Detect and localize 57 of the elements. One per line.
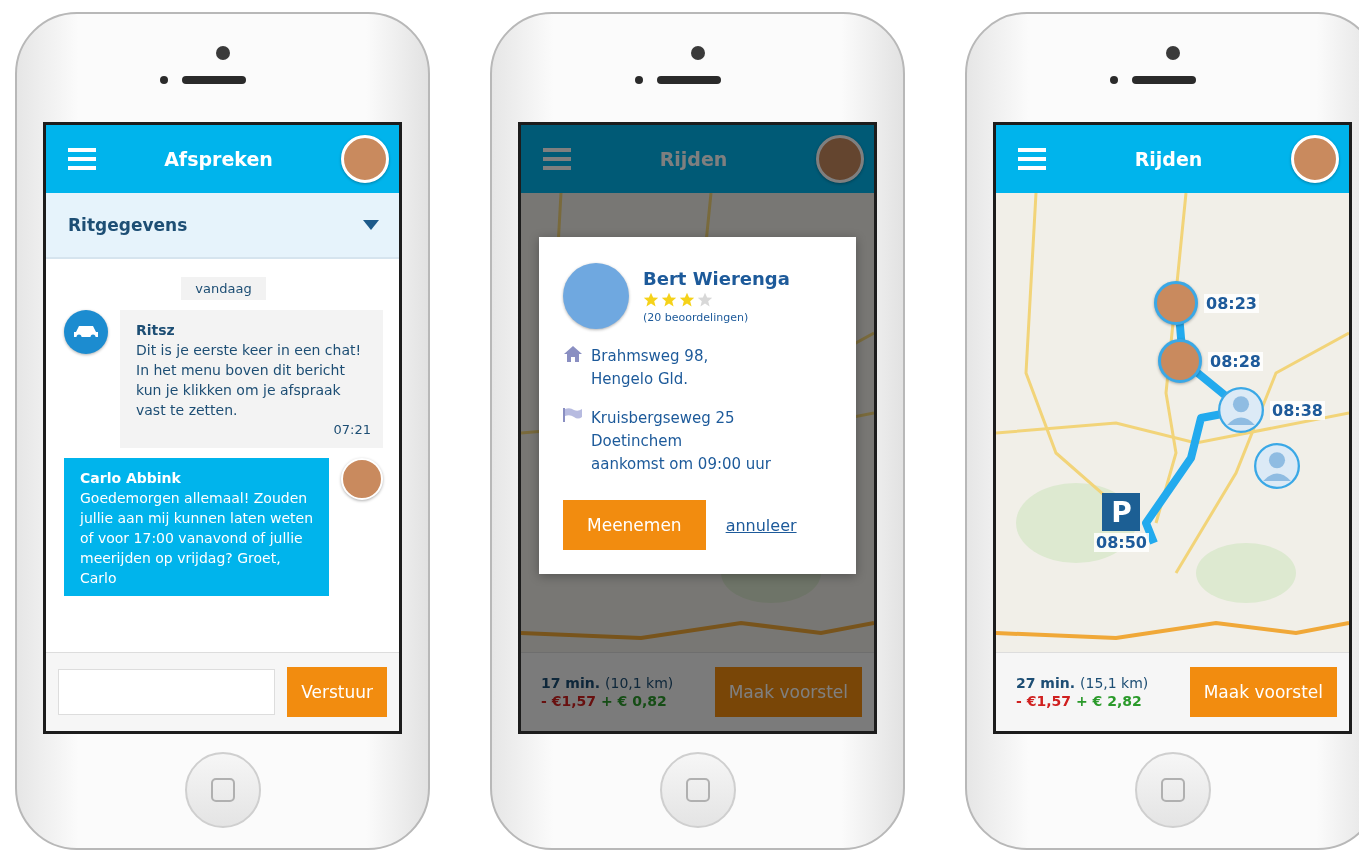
trip-cost: - €1,57	[541, 693, 596, 709]
trip-duration: 27 min.	[1016, 675, 1076, 691]
arrival-time: 08:28	[1208, 351, 1263, 371]
arrival-time: 08:38	[1270, 400, 1325, 420]
rider-name: Bert Wierenga	[643, 268, 790, 289]
trip-earnings: + € 0,82	[600, 693, 667, 709]
speaker-icon	[181, 76, 246, 84]
arrival-time: 08:50	[1094, 533, 1149, 552]
star-icon	[697, 292, 713, 308]
screen-title: Afspreken	[164, 148, 273, 170]
screen-title: Rijden	[659, 148, 728, 170]
message-input[interactable]	[58, 669, 276, 715]
message-sender: Ritsz	[136, 321, 176, 340]
destination-address: Kruisbergseweg 25 Doetinchem aankomst om 09:00 uur	[591, 408, 772, 475]
trip-earnings: + € 2,82	[1075, 693, 1142, 709]
menu-button[interactable]	[543, 148, 571, 170]
camera-icon	[690, 46, 705, 60]
message-text: Dit is je eerste keer in een chat! In het menu boven dit bericht kun je klikken om je afspraak vast te zetten.	[136, 341, 363, 420]
trip-duration: 17 min.	[541, 675, 601, 691]
message-time: 07:21	[332, 421, 371, 439]
cancel-link[interactable]: annuleer	[725, 515, 797, 535]
screen-title: Rijden	[1134, 148, 1203, 170]
message-text: Goedemorgen allemaal! Zouden jullie aan mij kunnen laten weten of voor 17:00 vanavond of jullie meerijden op vrijdag? Groet, Carlo	[80, 489, 314, 588]
camera-icon	[1165, 46, 1180, 60]
speaker-icon	[656, 76, 721, 84]
camera-icon	[215, 46, 230, 60]
menu-button[interactable]	[68, 148, 96, 170]
parking-sign: P	[1102, 493, 1141, 531]
menu-button[interactable]	[1018, 148, 1046, 170]
trip-cost: - €1,57	[1016, 693, 1071, 709]
photo-placeholder	[563, 263, 629, 329]
review-count: (20 beoordelingen)	[643, 311, 750, 324]
avatar	[341, 458, 383, 500]
take-along-button[interactable]: Meenemen	[563, 500, 706, 550]
section-header[interactable]: Ritgegevens	[46, 193, 399, 259]
message-sender: Carlo Abbink	[80, 469, 182, 488]
proposal-button[interactable]: Maak voorstel	[1189, 667, 1337, 717]
section-title: Ritgegevens	[68, 215, 188, 235]
trip-distance: (15,1 km)	[1080, 675, 1149, 691]
sensor-icon	[159, 76, 168, 84]
arrival-time: 08:23	[1204, 293, 1259, 313]
user-silhouette-icon	[1218, 387, 1264, 433]
send-button[interactable]: Verstuur	[287, 667, 387, 717]
home-icon	[563, 345, 583, 363]
proposal-button[interactable]: Maak voorstel	[714, 667, 862, 717]
user-silhouette-icon	[1254, 443, 1300, 489]
flag-icon	[563, 407, 583, 423]
car-icon	[64, 310, 108, 354]
sensor-icon	[1109, 76, 1118, 84]
pickup-address: Brahmsweg 98, Hengelo Gld.	[591, 346, 709, 390]
sensor-icon	[634, 76, 643, 84]
star-icon	[661, 292, 677, 308]
speaker-icon	[1131, 76, 1196, 84]
star-icon	[679, 292, 695, 308]
trip-distance: (10,1 km)	[605, 675, 674, 691]
date-chip: vandaag	[181, 277, 266, 300]
star-icon	[643, 292, 659, 308]
